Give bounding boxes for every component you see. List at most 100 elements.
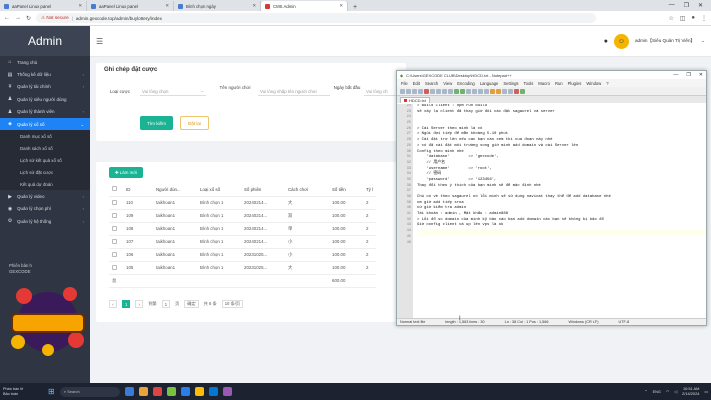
- next-page-button[interactable]: ›: [135, 300, 144, 308]
- col-play-type[interactable]: Cách chơi: [285, 183, 329, 197]
- menu-run[interactable]: Run: [555, 81, 563, 86]
- minimize-icon[interactable]: —: [673, 72, 678, 78]
- refresh-button[interactable]: ✚ Làm mới: [109, 167, 143, 178]
- menu-help[interactable]: ?: [606, 81, 608, 86]
- sidebar-item-lottery[interactable]: ◈ Quản lý xổ số ⌄: [0, 117, 90, 131]
- col-id[interactable]: ID: [123, 183, 153, 197]
- sidebar-item-super-users[interactable]: ♟ Quản lý siêu người dùng: [0, 93, 90, 105]
- row-checkbox[interactable]: [109, 196, 123, 210]
- lottery-type-select[interactable]: Vui lòng chọn ⌄: [140, 87, 206, 96]
- page-button-current[interactable]: 1: [122, 300, 131, 308]
- maximize-icon[interactable]: ❐: [686, 72, 690, 78]
- sidebar-subitem-prediction[interactable]: Kết quả dự đoán: [0, 178, 90, 191]
- menu-macro[interactable]: Macro: [538, 81, 550, 86]
- menu-view[interactable]: View: [443, 81, 452, 86]
- clock[interactable]: 10:51 AM 2/14/2024: [682, 386, 699, 396]
- chevron-down-icon[interactable]: ⌄: [701, 38, 705, 44]
- sidebar-item-system[interactable]: ⚙ Quản lý hệ thống ‹: [0, 215, 90, 227]
- url-field[interactable]: ⚠ Not secure | admin.gexcode.top/admin/b…: [36, 13, 597, 23]
- app-icon-purple[interactable]: [222, 387, 232, 396]
- chevron-up-icon[interactable]: ⌃: [644, 389, 647, 394]
- row-checkbox[interactable]: [109, 235, 123, 249]
- reset-button[interactable]: Đặt lại: [180, 116, 209, 130]
- star-icon[interactable]: ☆: [668, 15, 673, 22]
- close-icon[interactable]: ✕: [78, 3, 82, 9]
- close-window-icon[interactable]: ✕: [698, 2, 703, 9]
- select-all-checkbox[interactable]: [109, 183, 123, 197]
- close-icon[interactable]: ✕: [165, 3, 169, 9]
- close-file-icon[interactable]: [424, 88, 429, 94]
- app-logo[interactable]: Admin: [0, 26, 90, 56]
- col-lottery-type[interactable]: Loại xổ số: [197, 183, 241, 197]
- back-icon[interactable]: ←: [4, 15, 10, 21]
- more-icon[interactable]: ⋮: [701, 15, 707, 22]
- sidebar-item-finance[interactable]: ¥ Quản lý tài chính ‹: [0, 81, 90, 93]
- zoom-in-icon[interactable]: [478, 88, 483, 94]
- taskbar-search[interactable]: ⌕ Search: [59, 386, 120, 397]
- menu-search[interactable]: Search: [425, 81, 438, 86]
- col-amount[interactable]: Số tiền: [329, 183, 363, 197]
- chrome-icon[interactable]: [194, 387, 204, 396]
- row-checkbox[interactable]: [109, 261, 123, 275]
- avatar[interactable]: ☺: [613, 33, 629, 49]
- replace-icon[interactable]: [472, 88, 477, 94]
- browser-tab-cms-admin[interactable]: CMS Admin ✕: [261, 1, 348, 11]
- weather-widget[interactable]: Phần bán lẻ Bảo toàn: [3, 387, 43, 396]
- wifi-icon[interactable]: ◠: [666, 389, 669, 394]
- macro-play-icon[interactable]: [520, 88, 525, 94]
- sidebar-item-home[interactable]: ⌂ Trang chủ: [0, 56, 90, 68]
- sidebar-item-fees[interactable]: ◉ Quản lý chọn phí ‹: [0, 203, 90, 215]
- close-window-icon[interactable]: ✕: [699, 72, 703, 78]
- indent-icon[interactable]: [502, 88, 507, 94]
- profile-icon[interactable]: ●: [691, 15, 695, 22]
- zoom-out-icon[interactable]: [484, 88, 489, 94]
- paste-icon[interactable]: [448, 88, 453, 94]
- vscode-icon[interactable]: [208, 387, 218, 396]
- menu-file[interactable]: File: [401, 81, 408, 86]
- cut-icon[interactable]: [436, 88, 441, 94]
- macro-record-icon[interactable]: [508, 88, 513, 94]
- sync-icon[interactable]: [490, 88, 495, 94]
- browser-tab-binh-chon[interactable]: Bình chọn ngày ✕: [174, 1, 261, 11]
- close-icon[interactable]: ✕: [252, 3, 256, 9]
- not-secure-badge[interactable]: ⚠ Not secure: [41, 15, 69, 21]
- new-tab-button[interactable]: +: [348, 4, 362, 11]
- col-user[interactable]: Người dùn...: [153, 183, 197, 197]
- notepadpp-icon[interactable]: [166, 387, 176, 396]
- wrap-icon[interactable]: [496, 88, 501, 94]
- notepad-editor[interactable]: 22 23 24 25 26 27 28 29 30 31 32 33 34 35 36 37 38 39 40 41…: [397, 104, 706, 319]
- sidebar-item-video[interactable]: ▶ Quản lý video ‹: [0, 190, 90, 202]
- menu-settings[interactable]: Settings: [503, 81, 518, 86]
- redo-icon[interactable]: [460, 88, 465, 94]
- sidebar-subitem-lottery-list[interactable]: Danh sách xổ số: [0, 142, 90, 155]
- app-icon-red[interactable]: [152, 387, 162, 396]
- notepad-file-tab[interactable]: HDCD.txt: [400, 97, 430, 103]
- find-icon[interactable]: [466, 88, 471, 94]
- minimize-icon[interactable]: —: [669, 2, 675, 9]
- copy-icon[interactable]: [442, 88, 447, 94]
- edge-icon[interactable]: [180, 387, 190, 396]
- menu-language[interactable]: Language: [480, 81, 499, 86]
- close-icon[interactable]: ✕: [339, 3, 343, 9]
- col-rate[interactable]: Tỷ l: [363, 183, 377, 197]
- extensions-icon[interactable]: ◫: [680, 15, 686, 22]
- menu-edit[interactable]: Edit: [413, 81, 420, 86]
- sidebar-item-statistics[interactable]: ▤ Thống kê dữ liệu ‹: [0, 68, 90, 80]
- username-input[interactable]: Vui lòng nhập tên người chơi: [258, 87, 330, 96]
- col-session[interactable]: Số phiên: [241, 183, 285, 197]
- maximize-icon[interactable]: ❐: [684, 2, 689, 9]
- menu-tools[interactable]: Tools: [524, 81, 534, 86]
- windows-start-icon[interactable]: ⊞: [48, 387, 55, 396]
- browser-tab-aapanel-2[interactable]: aaPanel Linux panel ✕: [87, 1, 174, 11]
- sidebar-subitem-lottery-category[interactable]: Danh mục xổ số: [0, 130, 90, 143]
- forward-icon[interactable]: →: [15, 15, 21, 21]
- row-checkbox[interactable]: [109, 222, 123, 236]
- search-button[interactable]: Tìm kiếm: [140, 116, 173, 130]
- notification-icon[interactable]: ▭: [704, 389, 708, 394]
- file-explorer-icon[interactable]: [138, 387, 148, 396]
- menu-window[interactable]: Window: [586, 81, 601, 86]
- goto-confirm-button[interactable]: 确定: [184, 300, 199, 308]
- user-name[interactable]: admin【Siêu Quản Trị Viên】: [635, 38, 695, 44]
- goto-page-input[interactable]: 1: [161, 300, 171, 308]
- code-line[interactable]: [417, 241, 706, 247]
